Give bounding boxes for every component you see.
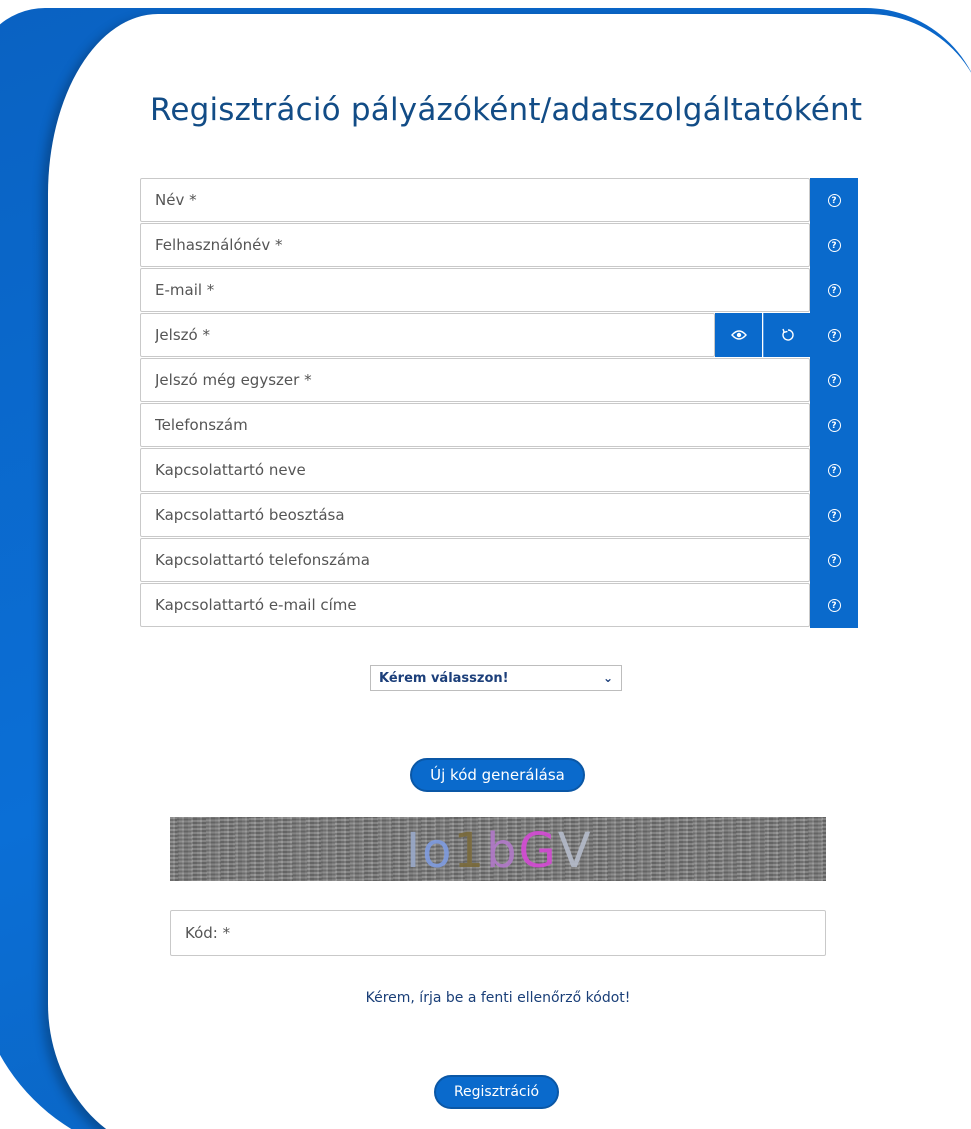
help-button[interactable]: ?: [810, 448, 858, 493]
form-row-felhasznalonev: ?: [140, 223, 858, 268]
question-circle-icon: ?: [827, 329, 841, 342]
captcha-text: Io1bGV: [406, 823, 593, 879]
help-button[interactable]: ?: [810, 403, 858, 448]
captcha-char: o: [422, 823, 454, 879]
generate-code-button[interactable]: Új kód generálása: [410, 758, 585, 792]
question-circle-icon: ?: [827, 464, 841, 477]
question-circle-icon: ?: [827, 554, 841, 567]
captcha-char: G: [518, 823, 558, 879]
contact-phone-field[interactable]: [140, 538, 810, 582]
contact-email-field[interactable]: [140, 583, 810, 627]
register-button[interactable]: Regisztráció: [434, 1075, 559, 1109]
form-row-kapcs-beosztas: ?: [140, 493, 858, 538]
phone-field[interactable]: [140, 403, 810, 447]
password-field[interactable]: [140, 313, 715, 357]
help-button[interactable]: ?: [810, 313, 858, 358]
generate-password-button[interactable]: [763, 313, 811, 357]
captcha-char: V: [557, 823, 593, 879]
help-button[interactable]: ?: [810, 538, 858, 583]
form-row-kapcs-nev: ?: [140, 448, 858, 493]
captcha-char: b: [486, 823, 519, 879]
question-circle-icon: ?: [827, 374, 841, 387]
form-row-jelszo2: ?: [140, 358, 858, 403]
captcha-char: 1: [453, 823, 487, 879]
email-field[interactable]: [140, 268, 810, 312]
page-title: Regisztráció pályázóként/adatszolgáltató…: [150, 92, 863, 128]
form-row-email: ?: [140, 268, 858, 313]
refresh-icon: [781, 328, 794, 341]
question-circle-icon: ?: [827, 284, 841, 297]
captcha-image: Io1bGV: [170, 817, 826, 881]
captcha-char: I: [406, 823, 423, 879]
help-button[interactable]: ?: [810, 223, 858, 268]
type-select[interactable]: Kérem válasszon! ⌄: [370, 665, 622, 691]
help-button[interactable]: ?: [810, 358, 858, 403]
help-button[interactable]: ?: [810, 493, 858, 538]
help-button[interactable]: ?: [810, 268, 858, 313]
chevron-down-icon: ⌄: [602, 671, 613, 685]
question-circle-icon: ?: [827, 599, 841, 612]
question-circle-icon: ?: [827, 419, 841, 432]
captcha-code-field[interactable]: [170, 910, 826, 956]
question-circle-icon: ?: [827, 194, 841, 207]
form-row-kapcs-email: ?: [140, 583, 858, 628]
username-field[interactable]: [140, 223, 810, 267]
eye-icon: [730, 330, 747, 340]
registration-form: ? ? ? ? ? ? ? ? ? ?: [140, 178, 858, 628]
question-circle-icon: ?: [827, 239, 841, 252]
show-password-button[interactable]: [715, 313, 762, 357]
help-button[interactable]: ?: [810, 583, 858, 628]
type-select-value: Kérem válasszon!: [379, 670, 509, 686]
help-button[interactable]: ?: [810, 178, 858, 223]
form-row-nev: ?: [140, 178, 858, 223]
question-circle-icon: ?: [827, 509, 841, 522]
name-field[interactable]: [140, 178, 810, 222]
form-row-kapcs-telefon: ?: [140, 538, 858, 583]
type-select-wrapper: Kérem válasszon! ⌄: [370, 665, 622, 691]
password-confirm-field[interactable]: [140, 358, 810, 402]
form-row-jelszo: ?: [140, 313, 858, 358]
form-row-telefon: ?: [140, 403, 858, 448]
captcha-hint: Kérem, írja be a fenti ellenőrző kódot!: [365, 990, 631, 1006]
contact-position-field[interactable]: [140, 493, 810, 537]
contact-name-field[interactable]: [140, 448, 810, 492]
